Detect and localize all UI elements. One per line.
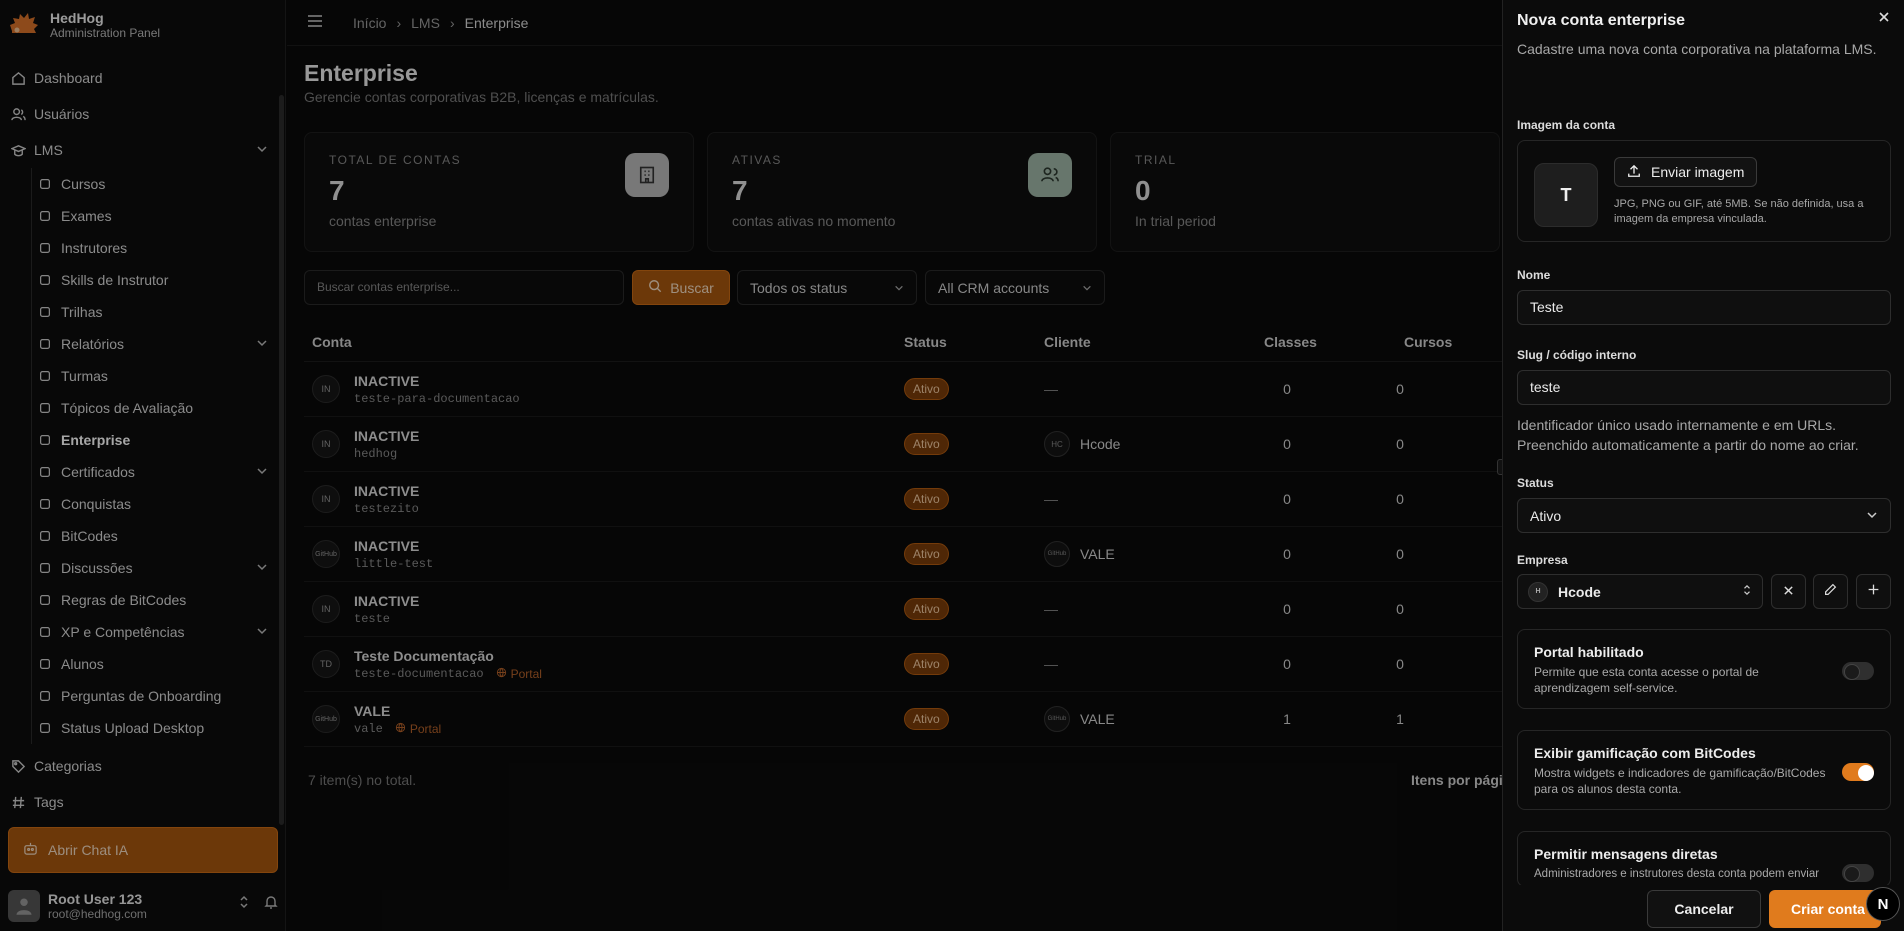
create-account-button[interactable]: Criar conta: [1769, 890, 1881, 928]
company-value: Hcode: [1558, 583, 1601, 600]
close-icon: [1783, 583, 1794, 601]
card-title: Exibir gamificação com BitCodes: [1534, 745, 1756, 761]
n-badge[interactable]: N: [1866, 887, 1900, 921]
card-title: Permitir mensagens diretas: [1534, 846, 1718, 862]
direct-messages-card: Permitir mensagens diretas Administrador…: [1517, 831, 1891, 887]
new-enterprise-drawer: Nova conta enterprise Cadastre uma nova …: [1502, 0, 1904, 931]
company-label: Empresa: [1517, 553, 1568, 567]
slug-label: Slug / código interno: [1517, 348, 1637, 362]
gamification-toggle[interactable]: [1842, 763, 1874, 781]
card-desc: Permite que esta conta acesse o portal d…: [1534, 665, 1759, 695]
card-title: Portal habilitado: [1534, 644, 1644, 660]
name-label: Nome: [1517, 268, 1551, 282]
status-select[interactable]: Ativo: [1517, 498, 1891, 533]
slug-input[interactable]: teste: [1517, 370, 1891, 405]
edit-company-button[interactable]: [1813, 574, 1848, 609]
card-desc: Administradores e instrutores desta cont…: [1534, 868, 1820, 880]
image-label: Imagem da conta: [1517, 118, 1616, 132]
drawer-subtitle: Cadastre uma nova conta corporativa na p…: [1517, 41, 1877, 57]
cancel-button[interactable]: Cancelar: [1647, 890, 1761, 928]
drawer-title: Nova conta enterprise: [1517, 12, 1686, 29]
name-input[interactable]: Teste: [1517, 290, 1891, 325]
upload-image-button[interactable]: Enviar imagem: [1614, 157, 1758, 187]
upload-icon: [1627, 164, 1641, 181]
image-upload-box: T Enviar imagem JPG, PNG ou GIF, até 5MB…: [1517, 140, 1891, 242]
card-desc: Mostra widgets e indicadores de gamifica…: [1534, 766, 1826, 796]
chevrons-up-down-icon: [1742, 583, 1752, 600]
close-icon[interactable]: [1878, 10, 1890, 28]
status-select-value: Ativo: [1530, 507, 1562, 524]
company-combobox[interactable]: H Hcode: [1517, 574, 1763, 609]
app-root: HedHog Administration Panel Dashboard Us…: [0, 0, 1904, 931]
upload-button-label: Enviar imagem: [1651, 164, 1745, 180]
portal-enabled-toggle[interactable]: [1842, 662, 1874, 680]
status-label: Status: [1517, 476, 1554, 490]
clear-company-button[interactable]: [1771, 574, 1806, 609]
plus-icon: [1867, 583, 1880, 601]
image-hint: JPG, PNG ou GIF, até 5MB. Se não definid…: [1614, 198, 1864, 225]
chevron-down-icon: [1866, 508, 1878, 524]
gamification-card: Exibir gamificação com BitCodes Mostra w…: [1517, 730, 1891, 810]
slug-help-line: Identificador único usado internamente e…: [1517, 417, 1837, 433]
account-image-thumb: T: [1534, 163, 1598, 227]
slug-help: Identificador único usado internamente e…: [1517, 415, 1891, 455]
slug-help-line: Preenchido automaticamente a partir do n…: [1517, 437, 1859, 453]
company-avatar: H: [1528, 581, 1548, 602]
modal-overlay[interactable]: [0, 0, 1502, 931]
portal-enabled-card: Portal habilitado Permite que esta conta…: [1517, 629, 1891, 709]
add-company-button[interactable]: [1856, 574, 1891, 609]
pencil-icon: [1824, 583, 1837, 601]
direct-messages-toggle[interactable]: [1842, 864, 1874, 882]
